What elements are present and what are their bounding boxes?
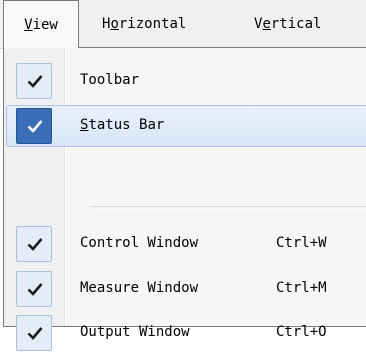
- menu-vertical-rest: rtical: [270, 16, 322, 32]
- check-icon: [27, 120, 43, 133]
- menu-item-shortcut: Ctrl+W: [276, 235, 327, 251]
- output-window-check-box: [16, 315, 52, 351]
- menu-horizontal-accel: o: [110, 16, 119, 32]
- menu-view[interactable]: View: [3, 0, 79, 48]
- menu-item-output-window[interactable]: Output Window Ctrl+O: [8, 314, 366, 354]
- menu-bar: View Horizontal Vertical: [0, 0, 366, 49]
- menu-item-measure-window[interactable]: Measure Window Ctrl+M: [8, 270, 366, 310]
- menu-view-accel: V: [24, 17, 33, 33]
- menu-vertical-accel: e: [262, 16, 271, 32]
- menu-vertical[interactable]: Vertical: [254, 0, 321, 48]
- menu-horizontal-rest: rizontal: [118, 16, 187, 32]
- check-icon: [27, 283, 43, 296]
- menu-separator: [90, 206, 366, 210]
- menu-item-shortcut: Ctrl+O: [276, 324, 327, 340]
- check-icon: [27, 238, 43, 251]
- toolbar-check-box: [16, 63, 52, 99]
- menu-item-control-window[interactable]: Control Window Ctrl+W: [8, 225, 366, 265]
- menu-item-shortcut: Ctrl+M: [276, 280, 327, 296]
- check-icon: [27, 75, 43, 88]
- menu-item-label: Status Bar: [80, 117, 164, 133]
- menu-item-toolbar[interactable]: Toolbar: [8, 61, 366, 101]
- menu-item-label: Toolbar: [80, 72, 140, 88]
- menu-item-label: Control Window: [80, 235, 199, 251]
- menu-item-label: Measure Window: [80, 280, 199, 296]
- menu-view-rest: iew: [32, 17, 58, 33]
- status-bar-check-box: [16, 108, 52, 144]
- menu-horizontal[interactable]: Horizontal: [102, 0, 186, 48]
- view-dropdown-menu: Toolbar Status Bar Control Window Ctrl+W…: [3, 47, 366, 351]
- menu-item-label: Output Window: [80, 324, 190, 340]
- check-icon: [27, 327, 43, 340]
- menu-item-status-bar[interactable]: Status Bar: [6, 105, 366, 147]
- status-bar-rest: tatus Bar: [88, 117, 165, 133]
- control-window-check-box: [16, 226, 52, 262]
- measure-window-check-box: [16, 271, 52, 307]
